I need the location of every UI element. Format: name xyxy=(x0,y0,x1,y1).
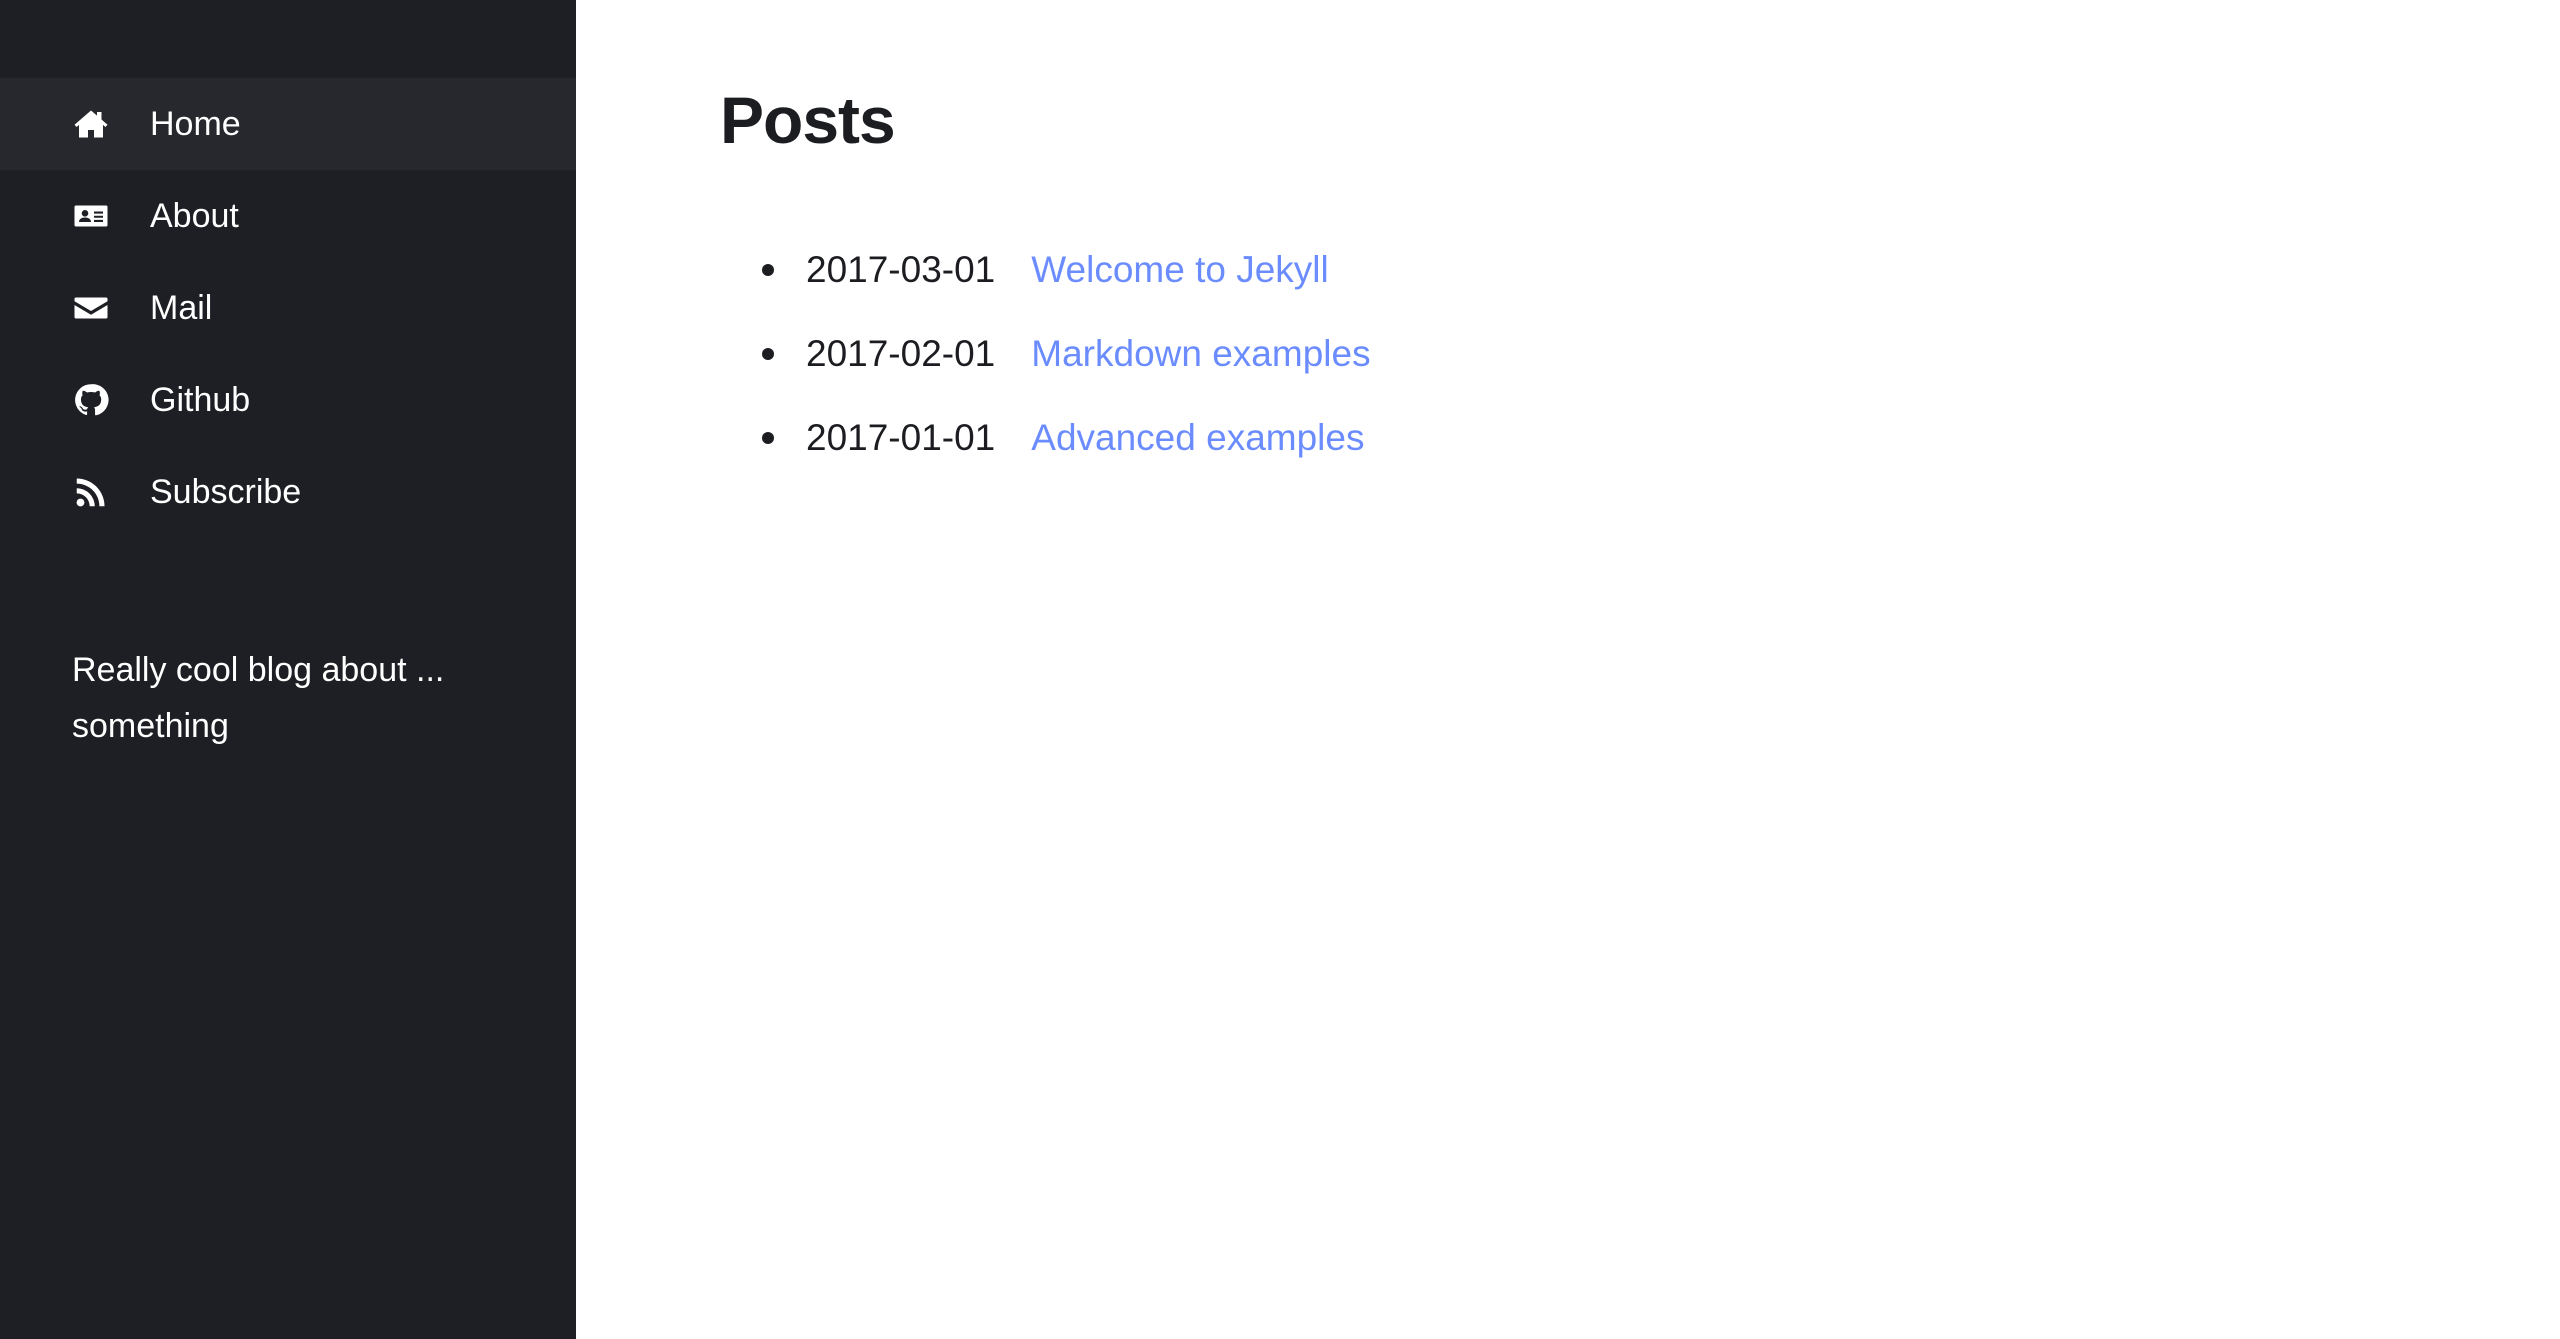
post-link[interactable]: Markdown examples xyxy=(1031,333,1370,375)
site-tagline: Really cool blog about ... something xyxy=(72,651,445,745)
bullet-icon xyxy=(762,432,774,444)
sidebar-item-home[interactable]: Home xyxy=(0,78,576,170)
page-title: Posts xyxy=(720,83,896,157)
list-item: 2017-03-01 Welcome to Jekyll xyxy=(720,228,1371,312)
sidebar: Home About Mail Github Subscribe Really … xyxy=(0,0,576,1339)
sidebar-item-label: Subscribe xyxy=(150,472,302,511)
sidebar-nav: Home About Mail Github Subscribe xyxy=(0,78,576,538)
id-card-icon xyxy=(72,197,110,235)
bullet-icon xyxy=(762,348,774,360)
rss-icon xyxy=(72,473,110,511)
sidebar-item-label: Mail xyxy=(150,288,213,327)
sidebar-item-mail[interactable]: Mail xyxy=(0,262,576,354)
github-icon xyxy=(72,381,110,419)
post-date: 2017-03-01 xyxy=(806,249,996,290)
post-date: 2017-01-01 xyxy=(806,417,996,458)
post-link[interactable]: Advanced examples xyxy=(1031,417,1364,459)
sidebar-item-github[interactable]: Github xyxy=(0,354,576,446)
sidebar-item-label: Github xyxy=(150,380,251,419)
list-item: 2017-01-01 Advanced examples xyxy=(720,396,1371,480)
envelope-icon xyxy=(72,289,110,327)
sidebar-item-label: About xyxy=(150,196,239,235)
sidebar-item-subscribe[interactable]: Subscribe xyxy=(0,446,576,538)
sidebar-item-about[interactable]: About xyxy=(0,170,576,262)
sidebar-item-label: Home xyxy=(150,104,241,143)
post-list: 2017-03-01 Welcome to Jekyll 2017-02-01 … xyxy=(720,228,1371,480)
post-link[interactable]: Welcome to Jekyll xyxy=(1031,249,1328,291)
list-item: 2017-02-01 Markdown examples xyxy=(720,312,1371,396)
bullet-icon xyxy=(762,264,774,276)
post-date: 2017-02-01 xyxy=(806,333,996,374)
home-icon xyxy=(72,105,110,143)
